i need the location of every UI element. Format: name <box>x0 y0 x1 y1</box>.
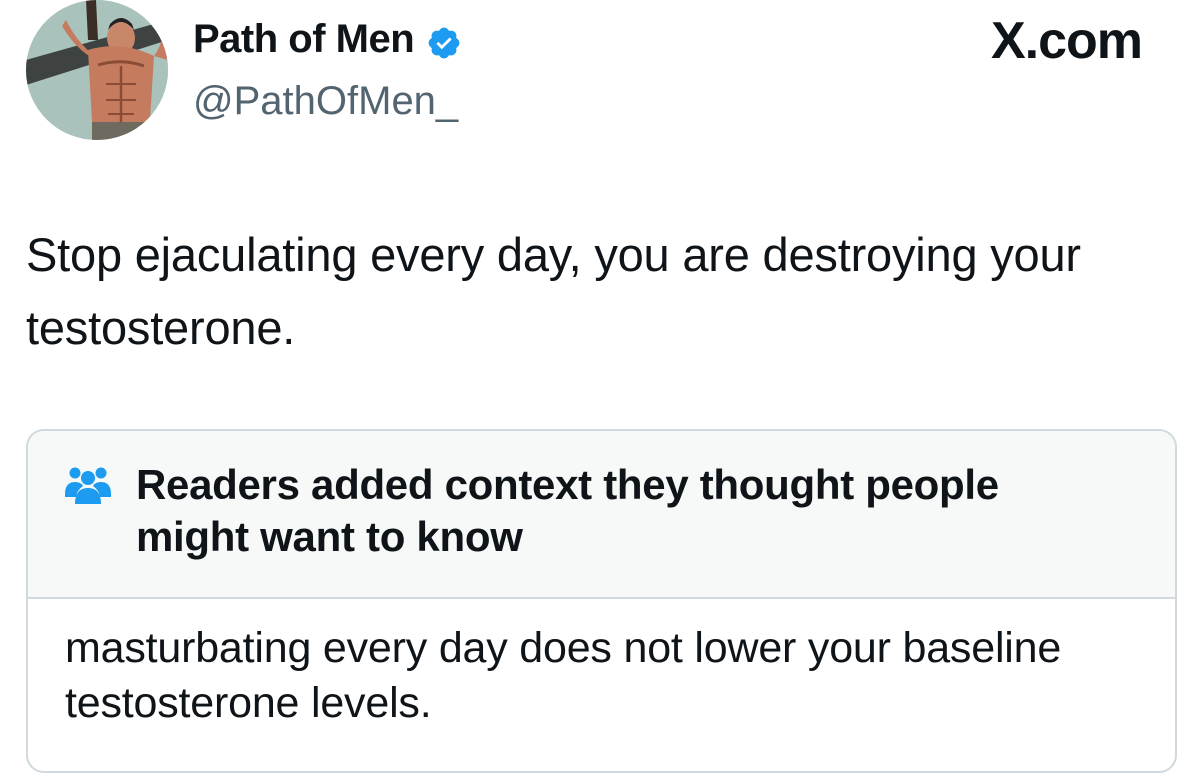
community-note-title: Readers added context they thought peopl… <box>136 461 999 560</box>
readers-icon <box>63 464 113 506</box>
x-com-brand: X.com <box>990 12 1143 70</box>
verified-badge-icon <box>426 21 462 59</box>
community-note-card: Readers added context they thought peopl… <box>26 429 1177 773</box>
community-note-body: masturbating every day does not lower yo… <box>65 624 1062 727</box>
author-handle[interactable]: @PathOfMen_ <box>193 74 458 128</box>
avatar[interactable] <box>26 0 168 140</box>
author-display-name[interactable]: Path of Men <box>193 12 462 66</box>
muscular-man-avatar <box>26 0 168 140</box>
display-name-text: Path of Men <box>193 17 415 61</box>
community-note-header: Readers added context they thought peopl… <box>28 431 1175 599</box>
tweet-text: Stop ejaculating every day, you are dest… <box>26 228 1081 354</box>
